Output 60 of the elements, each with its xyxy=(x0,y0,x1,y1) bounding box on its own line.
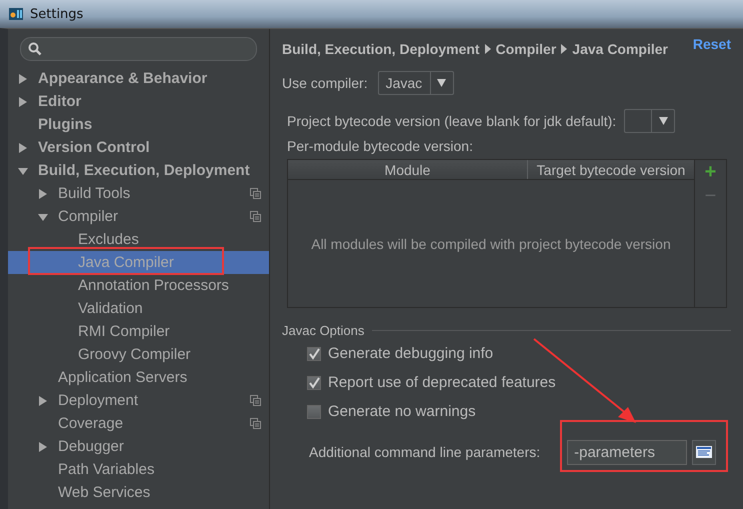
dropdown-arrow-icon xyxy=(658,117,668,125)
text-field[interactable]: -parameters xyxy=(567,440,688,464)
breadcrumb-item: Build, Execution, Deployment xyxy=(282,41,480,57)
checkbox-label: Report use of deprecated features xyxy=(328,374,556,391)
column-header[interactable]: Target bytecode version xyxy=(528,160,694,179)
breadcrumb-item: Java Compiler xyxy=(572,41,668,57)
tree-item[interactable]: Debugger xyxy=(8,435,269,458)
tree-item[interactable]: Coverage xyxy=(8,412,269,435)
breadcrumb-separator-icon xyxy=(561,44,568,54)
checkbox-label: Generate no warnings xyxy=(328,403,476,420)
search-icon xyxy=(28,42,42,56)
expand-arrow-icon[interactable] xyxy=(18,96,28,106)
checkbox[interactable] xyxy=(307,376,321,390)
expand-button[interactable] xyxy=(692,440,716,464)
search-field[interactable] xyxy=(20,37,257,61)
dropdown-arrow-icon xyxy=(437,79,446,87)
add-button[interactable]: + xyxy=(704,160,716,184)
dropdown[interactable] xyxy=(624,109,676,133)
tree-item[interactable]: Annotation Processors xyxy=(8,274,269,297)
group-title: Javac Options xyxy=(282,322,364,338)
tree-item[interactable]: Validation xyxy=(8,297,269,320)
expand-arrow-icon[interactable] xyxy=(18,74,28,84)
field-label: Project bytecode version (leave blank for jdk default): xyxy=(287,113,616,129)
tree-item[interactable]: Deployment xyxy=(8,389,269,412)
tree-item[interactable]: RMI Compiler xyxy=(8,320,269,343)
tree-item[interactable]: Editor xyxy=(8,90,269,113)
tree-item[interactable]: Appearance & Behavior xyxy=(8,67,269,90)
section-label: Per-module bytecode version: xyxy=(286,138,474,156)
tree-item[interactable]: Application Servers xyxy=(8,366,269,389)
tree-item[interactable]: Groovy Compiler xyxy=(8,343,269,366)
field-label: Additional command line parameters: xyxy=(309,444,540,460)
tree-item[interactable]: Version Control xyxy=(8,136,269,159)
tree-item[interactable]: Plugins xyxy=(8,113,269,136)
breadcrumb-item: Compiler xyxy=(496,41,556,57)
checkmark-icon xyxy=(308,348,320,360)
empty-table-text: All modules will be compiled with project bytecode version xyxy=(311,236,671,252)
tree-item[interactable]: Build Tools xyxy=(8,182,269,205)
checkmark-icon xyxy=(308,376,320,388)
checkbox-label: Generate debugging info xyxy=(328,345,494,362)
checkbox[interactable] xyxy=(307,404,321,418)
tree-item[interactable]: Compiler xyxy=(8,205,269,228)
field-label: Use compiler: xyxy=(282,75,368,91)
app-logo-icon xyxy=(8,6,24,22)
tree-item[interactable]: Web Services xyxy=(8,481,269,504)
collapse-arrow-icon[interactable] xyxy=(18,166,28,176)
tree-item[interactable]: Build, Execution, Deployment xyxy=(8,159,269,182)
text-editor-icon xyxy=(696,445,712,459)
tree-item[interactable]: Excludes xyxy=(8,228,269,251)
breadcrumb-separator-icon xyxy=(484,44,491,54)
checkbox[interactable] xyxy=(307,346,321,360)
reset-link[interactable]: Reset xyxy=(692,36,731,52)
expand-arrow-icon[interactable] xyxy=(38,188,48,198)
dropdown[interactable]: Javac xyxy=(378,71,454,95)
window-title: Settings xyxy=(30,6,84,22)
tree-item[interactable]: Path Variables xyxy=(8,458,269,481)
expand-arrow-icon[interactable] xyxy=(18,142,28,152)
collapse-arrow-icon[interactable] xyxy=(38,212,48,222)
column-header[interactable]: Module xyxy=(288,160,528,179)
expand-arrow-icon[interactable] xyxy=(38,442,48,452)
expand-arrow-icon[interactable] xyxy=(38,396,48,406)
